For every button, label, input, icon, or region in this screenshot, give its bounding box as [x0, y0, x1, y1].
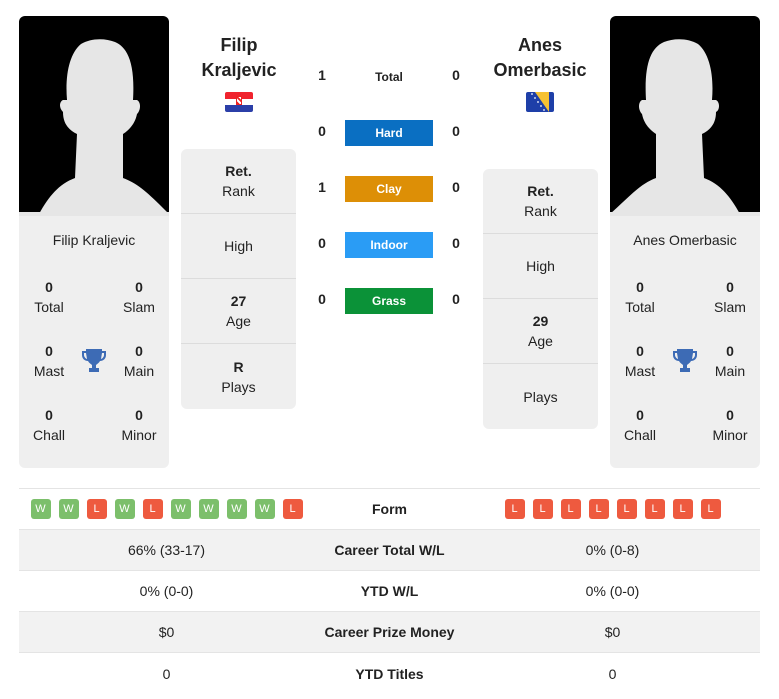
player2-first-name: Anes	[517, 35, 562, 55]
player1-card-name: Filip Kraljevic	[52, 232, 136, 248]
form-win-badge[interactable]: W	[58, 499, 79, 519]
surface-clay-badge[interactable]: Clay	[345, 176, 433, 202]
player2-photo	[610, 16, 760, 216]
player2-plays: Plays	[523, 388, 558, 405]
form-loss-badge[interactable]: L	[672, 499, 693, 519]
h2h-total-p2: 0	[452, 67, 460, 83]
h2h-total-label: Total	[375, 70, 403, 84]
h2h-grass-p1: 0	[318, 291, 326, 307]
player2-high: High	[483, 234, 598, 299]
player1-chall-titles: 0 Chall	[33, 407, 65, 443]
form-win-badge[interactable]: W	[170, 499, 191, 519]
player1-high: High	[181, 214, 296, 279]
form-win-badge[interactable]: W	[114, 499, 135, 519]
player1-rank: Ret. Rank	[181, 149, 296, 214]
trophy-icon	[673, 349, 697, 372]
player1-main-titles: 0 Main	[123, 343, 155, 379]
player1-total-titles: 0 Total	[34, 279, 64, 315]
player2-main-titles: 0 Main	[714, 343, 746, 379]
player2-card-name: Anes Omerbasic	[633, 232, 737, 248]
ytd-titles-label: YTD Titles	[355, 665, 424, 682]
form-loss-badge[interactable]: L	[504, 499, 525, 519]
h2h-grass-p2: 0	[452, 291, 460, 307]
player2-minor-titles: 0 Minor	[712, 407, 748, 443]
player2-slam-titles: 0 Slam	[714, 279, 746, 315]
h2h-total-p1: 1	[318, 67, 326, 83]
surface-indoor-badge[interactable]: Indoor	[345, 232, 433, 258]
player2-chall-titles: 0 Chall	[624, 407, 656, 443]
comparison-table: WWLWLWWWWL Form LLLLLLLL 66% (33-17) Car…	[19, 488, 760, 694]
prize-money-row: $0 Career Prize Money $0	[19, 612, 760, 653]
player2-age: 29 Age	[483, 299, 598, 364]
prize-money-label: Career Prize Money	[324, 624, 455, 640]
form-row: WWLWLWWWWL Form LLLLLLLL	[19, 489, 760, 530]
form-loss-badge[interactable]: L	[86, 499, 107, 519]
player-silhouette-icon	[610, 39, 760, 216]
player1-minor-titles: 0 Minor	[121, 407, 157, 443]
player2-rank: Ret. Rank	[483, 169, 598, 234]
player1-ytd-wl: 0% (0-0)	[139, 583, 194, 599]
player1-prize-money: $0	[158, 624, 175, 640]
ytd-wl-row: 0% (0-0) YTD W/L 0% (0-0)	[19, 571, 760, 612]
form-win-badge[interactable]: W	[254, 499, 275, 519]
h2h-hard-p2: 0	[452, 123, 460, 139]
form-label: Form	[372, 501, 407, 517]
player2-last-name: Omerbasic	[493, 60, 587, 80]
player2-info-panel: Ret. Rank High 29 Age Plays	[483, 169, 598, 429]
form-loss-badge[interactable]: L	[644, 499, 665, 519]
trophy-icon	[82, 349, 106, 372]
form-win-badge[interactable]: W	[198, 499, 219, 519]
career-wl-row: 66% (33-17) Career Total W/L 0% (0-8)	[19, 530, 760, 571]
player1-info-panel: Ret. Rank High 27 Age R Plays	[181, 149, 296, 409]
player1-mast-titles: 0 Mast	[33, 343, 65, 379]
h2h-indoor-p2: 0	[452, 235, 460, 251]
h2h-clay-p1: 1	[318, 179, 326, 195]
player2-ytd-titles: 0	[608, 665, 617, 682]
form-loss-badge[interactable]: L	[282, 499, 303, 519]
form-win-badge[interactable]: W	[30, 499, 51, 519]
h2h-indoor-p1: 0	[318, 235, 326, 251]
player2-total-titles: 0 Total	[625, 279, 655, 315]
form-win-badge[interactable]: W	[226, 499, 247, 519]
form-loss-badge[interactable]: L	[560, 499, 581, 519]
player1-ytd-titles: 0	[162, 665, 171, 682]
surface-grass-badge[interactable]: Grass	[345, 288, 433, 314]
ytd-titles-row: 0 YTD Titles 0	[19, 653, 760, 694]
player2-ytd-wl: 0% (0-0)	[585, 583, 640, 599]
h2h-clay-p2: 0	[452, 179, 460, 195]
player1-plays: R Plays	[221, 358, 256, 395]
player2-prize-money: $0	[604, 624, 621, 640]
player1-name-heading[interactable]: Filip Kraljevic	[169, 33, 309, 83]
form-loss-badge[interactable]: L	[142, 499, 163, 519]
form-loss-badge[interactable]: L	[700, 499, 721, 519]
ytd-wl-label: YTD W/L	[360, 583, 419, 599]
form-loss-badge[interactable]: L	[532, 499, 553, 519]
bosnia-flag-icon	[526, 92, 554, 112]
form-loss-badge[interactable]: L	[616, 499, 637, 519]
player1-age: 27 Age	[181, 279, 296, 344]
h2h-hard-p1: 0	[318, 123, 326, 139]
surface-hard-badge[interactable]: Hard	[345, 120, 433, 146]
player-silhouette-icon	[19, 39, 169, 216]
player1-first-name: Filip	[220, 35, 258, 55]
player1-career-wl: 66% (33-17)	[127, 542, 206, 558]
player1-last-name: Kraljevic	[201, 60, 277, 80]
player2-career-wl: 0% (0-8)	[585, 542, 640, 558]
form-loss-badge[interactable]: L	[588, 499, 609, 519]
player2-mast-titles: 0 Mast	[624, 343, 656, 379]
player2-form: LLLLLLLL	[465, 499, 760, 519]
player2-name-heading[interactable]: Anes Omerbasic	[470, 33, 610, 83]
player1-form: WWLWLWWWWL	[19, 499, 314, 519]
croatia-flag-icon	[225, 92, 253, 112]
player1-slam-titles: 0 Slam	[123, 279, 155, 315]
career-wl-label: Career Total W/L	[334, 542, 445, 558]
player1-photo	[19, 16, 169, 216]
